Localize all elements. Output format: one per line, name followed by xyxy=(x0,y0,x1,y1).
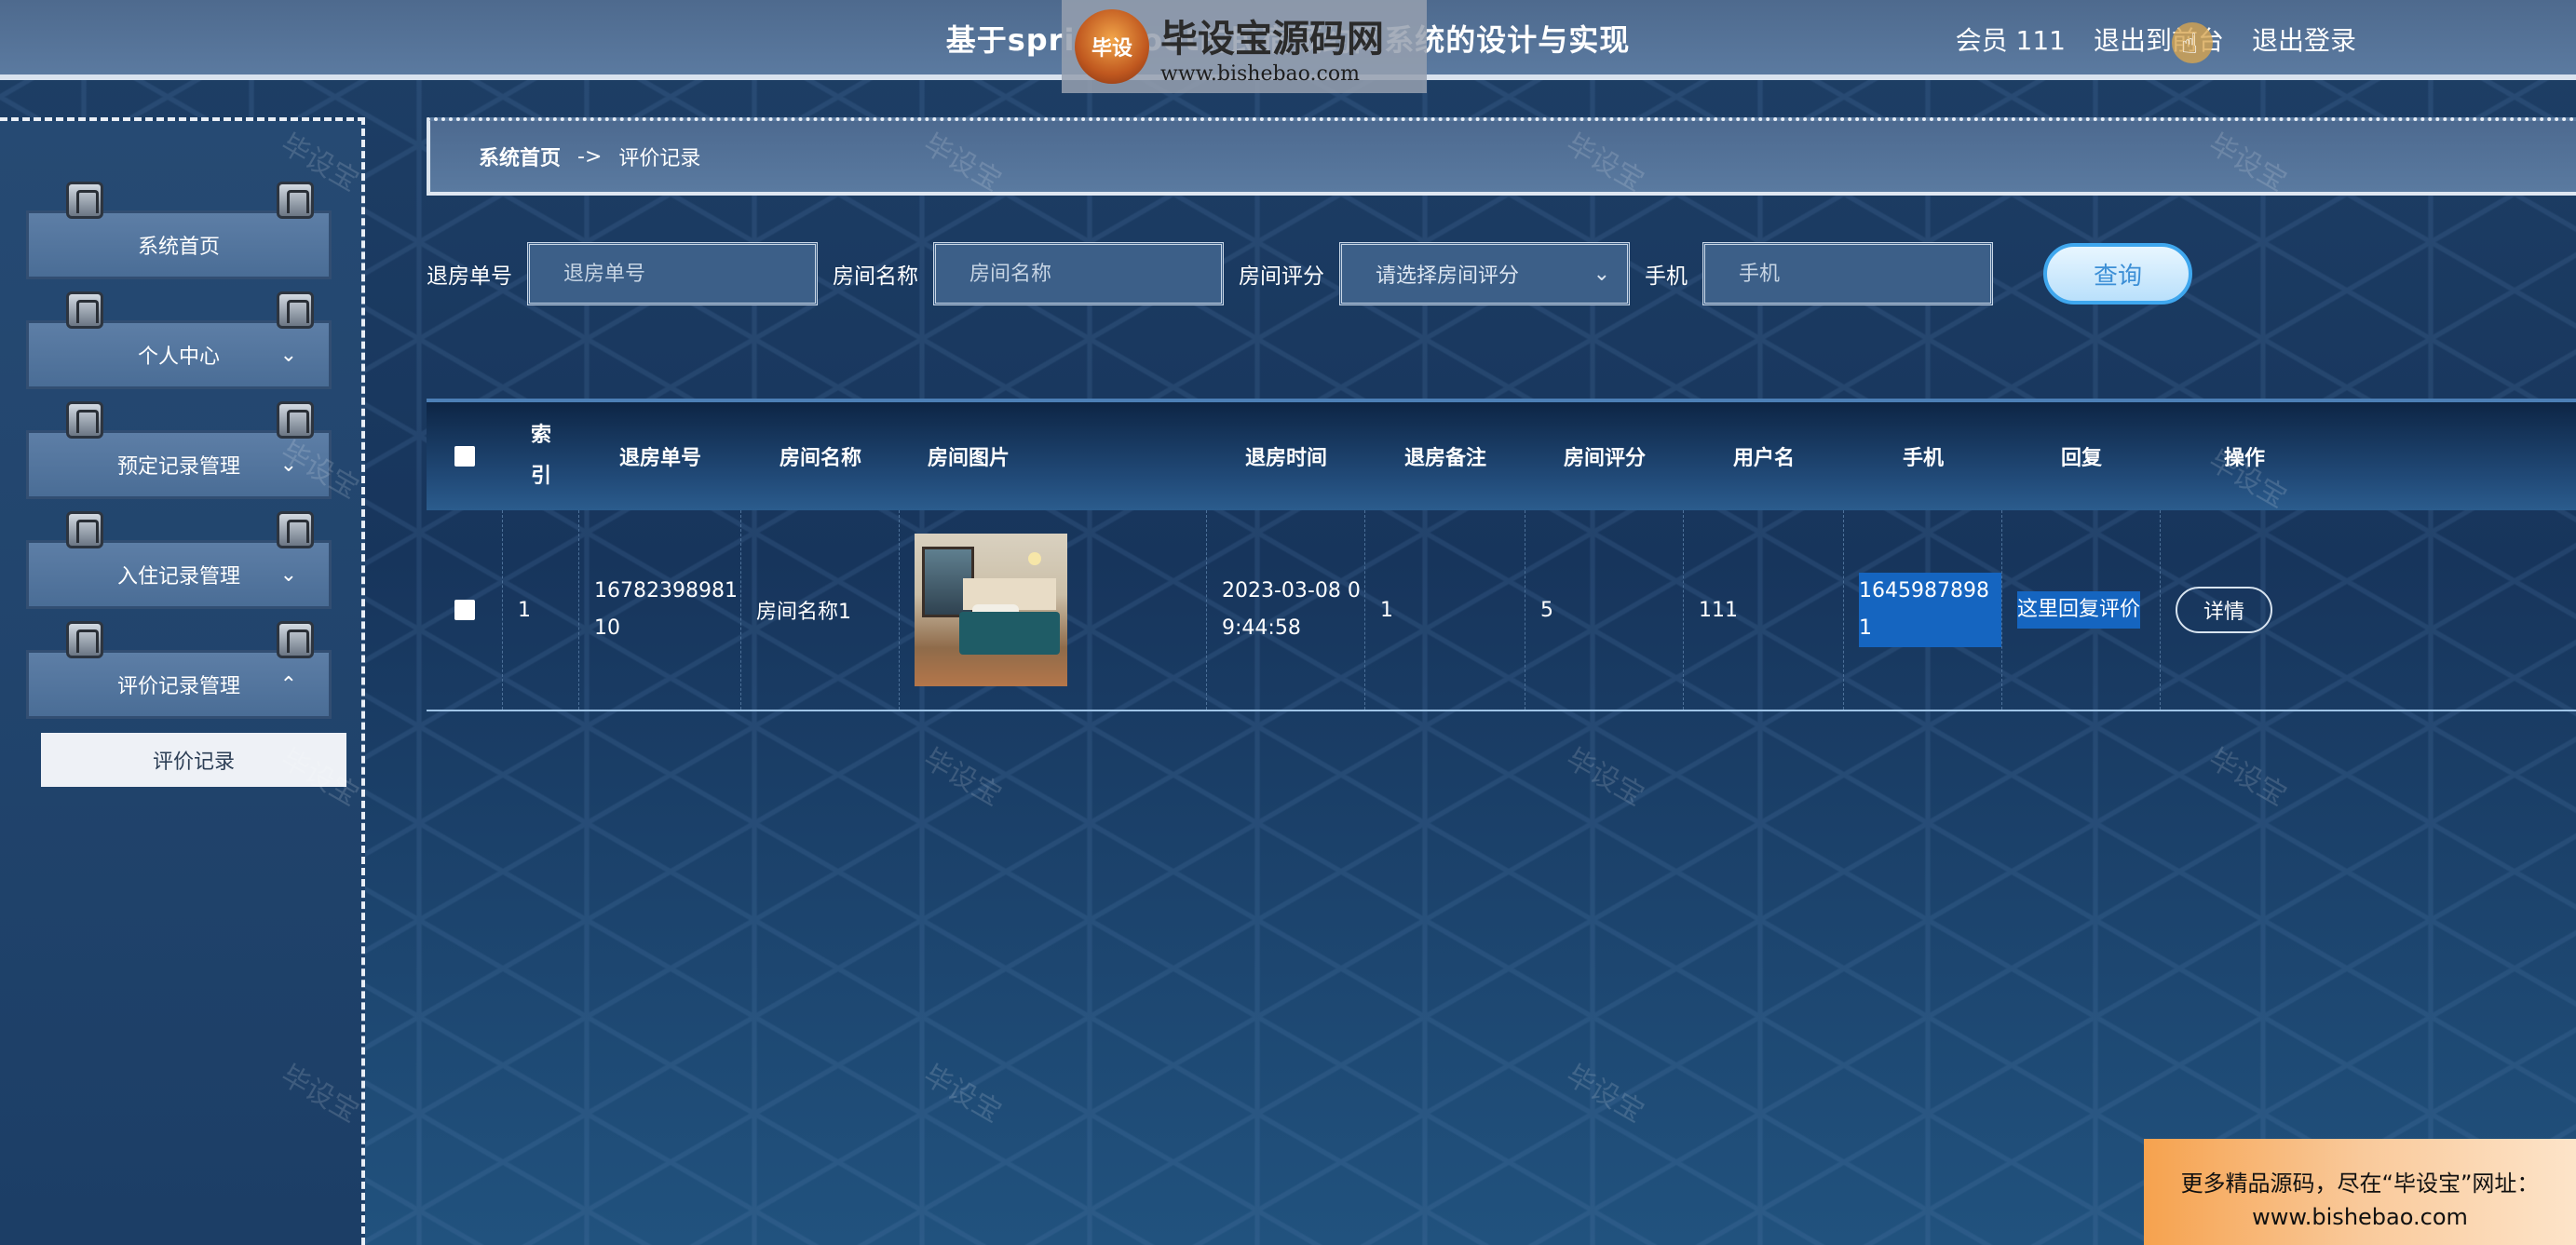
brand-watermark-badge: 毕设 毕设宝源码网 www.bishebao.com xyxy=(1062,0,1427,93)
room-name-label: 房间名称 xyxy=(833,264,918,289)
column-header: 用户名 xyxy=(1732,447,1795,470)
sidebar-item-label: 入住记录管理 xyxy=(116,565,240,589)
sidebar-item-review-records[interactable]: 评价记录管理 ⌃ xyxy=(26,621,332,719)
room-image-cell xyxy=(900,510,1207,710)
room-rating-select[interactable]: 请选择房间评分 ⌄ xyxy=(1339,242,1630,305)
checkout-no-cell: 1678239898110 xyxy=(579,510,741,710)
room-rating-label: 房间评分 xyxy=(1239,264,1324,289)
binder-clip-icon xyxy=(66,511,103,548)
phone-label: 手机 xyxy=(1645,264,1688,289)
binder-clip-icon xyxy=(277,182,314,219)
brand-logo-icon: 毕设 xyxy=(1075,9,1149,84)
chevron-down-icon: ⌄ xyxy=(1593,262,1610,286)
sidebar-item-personal-center[interactable]: 个人中心 ⌄ xyxy=(26,291,332,389)
sidebar: 系统首页 个人中心 ⌄ 预定记录管理 ⌄ 入住记录管理 ⌄ 评价记录管理 ⌃ xyxy=(0,117,365,1245)
binder-clip-icon xyxy=(66,291,103,329)
column-header: 退房备注 xyxy=(1403,447,1486,470)
action-cell: 详情 xyxy=(2161,510,2328,710)
select-all-cell xyxy=(427,402,503,510)
checkout-no-input[interactable] xyxy=(527,242,818,305)
detail-button[interactable]: 详情 xyxy=(2176,587,2272,633)
room-rating-cell: 5 xyxy=(1525,510,1684,710)
phone-input[interactable] xyxy=(1702,242,1993,305)
phone-cell: 16459878981 xyxy=(1844,510,2002,710)
username-cell: 111 xyxy=(1684,510,1844,710)
review-table: 索引 退房单号 房间名称 房间图片 退房时间 退房备注 房间评分 用户名 手机 … xyxy=(427,399,2576,711)
column-header: 房间名称 xyxy=(779,447,861,470)
sidebar-item-label: 系统首页 xyxy=(137,236,220,259)
row-select-cell xyxy=(427,510,503,710)
sidebar-item-checkin-records[interactable]: 入住记录管理 ⌄ xyxy=(26,511,332,609)
binder-clip-icon xyxy=(277,511,314,548)
checkout-no-label: 退房单号 xyxy=(427,264,512,289)
column-header: 手机 xyxy=(1902,447,1944,470)
promo-banner[interactable]: 更多精品源码，尽在“毕设宝”网址： www.bishebao.com xyxy=(2144,1139,2576,1245)
row-checkbox[interactable] xyxy=(454,600,475,620)
logout-link[interactable]: 退出登录 xyxy=(2252,20,2356,58)
select-all-checkbox[interactable] xyxy=(454,446,475,467)
chevron-up-icon: ⌃ xyxy=(279,672,297,697)
checkout-note-cell: 1 xyxy=(1365,510,1525,710)
sidebar-subitem-review-record[interactable]: 评价记录 xyxy=(41,733,346,787)
sidebar-item-label: 评价记录管理 xyxy=(116,675,240,698)
breadcrumb-current: 评价记录 xyxy=(618,147,701,170)
watermark: 毕设宝 xyxy=(1560,742,1649,813)
binder-clip-icon xyxy=(277,291,314,329)
sidebar-item-label: 预定记录管理 xyxy=(116,455,240,479)
binder-clip-icon xyxy=(66,182,103,219)
search-bar: 退房单号 房间名称 房间评分 请选择房间评分 ⌄ 手机 查询 xyxy=(427,238,2192,309)
reply-cell: 这里回复评价 xyxy=(2002,510,2161,710)
room-rating-placeholder: 请选择房间评分 xyxy=(1376,264,1520,288)
binder-clip-icon xyxy=(277,401,314,439)
sidebar-item-home[interactable]: 系统首页 xyxy=(26,182,332,279)
watermark: 毕设宝 xyxy=(917,1059,1007,1130)
column-header: 回复 xyxy=(2060,447,2102,470)
chevron-down-icon: ⌄ xyxy=(279,453,297,477)
breadcrumb-separator: -> xyxy=(577,144,603,169)
binder-clip-icon xyxy=(277,621,314,658)
column-header: 房间图片 xyxy=(928,447,1010,470)
watermark: 毕设宝 xyxy=(1560,1059,1649,1130)
promo-line-1: 更多精品源码，尽在“毕设宝”网址： xyxy=(2180,1171,2540,1197)
row-index: 1 xyxy=(503,510,579,710)
checkout-time-cell: 2023-03-08 09:44:58 xyxy=(1207,510,1365,710)
breadcrumb-home[interactable]: 系统首页 xyxy=(479,142,561,171)
mouse-cursor-icon xyxy=(2172,22,2213,63)
sidebar-item-label: 个人中心 xyxy=(137,345,220,369)
watermark: 毕设宝 xyxy=(2203,742,2292,813)
sidebar-item-booking-records[interactable]: 预定记录管理 ⌄ xyxy=(26,401,332,499)
breadcrumb: 系统首页 -> 评价记录 xyxy=(427,117,2576,196)
room-name-cell: 房间名称1 xyxy=(741,510,900,710)
promo-line-2: www.bishebao.com xyxy=(2252,1204,2468,1230)
room-name-input[interactable] xyxy=(933,242,1224,305)
column-header: 退房时间 xyxy=(1244,447,1327,470)
column-header: 索引 xyxy=(530,424,551,488)
chevron-down-icon: ⌄ xyxy=(279,343,297,367)
room-photo-image[interactable] xyxy=(915,534,1067,686)
column-header: 退房单号 xyxy=(618,447,701,470)
watermark: 毕设宝 xyxy=(917,742,1007,813)
chevron-down-icon: ⌄ xyxy=(279,562,297,587)
binder-clip-icon xyxy=(66,401,103,439)
table-row: 1 1678239898110 房间名称1 2023-03-08 09:44:5… xyxy=(427,510,2576,711)
user-menu: 会员 111 退出到前台 退出登录 xyxy=(1956,20,2356,58)
table-header: 索引 退房单号 房间名称 房间图片 退房时间 退房备注 房间评分 用户名 手机 … xyxy=(427,399,2576,510)
brand-url: www.bishebao.com xyxy=(1160,61,1360,86)
binder-clip-icon xyxy=(66,621,103,658)
member-label: 会员 111 xyxy=(1955,25,2066,56)
column-header: 房间评分 xyxy=(1563,447,1646,470)
column-header: 操作 xyxy=(2223,447,2265,470)
query-button[interactable]: 查询 xyxy=(2043,243,2192,304)
brand-name: 毕设宝源码网 xyxy=(1160,17,1384,61)
